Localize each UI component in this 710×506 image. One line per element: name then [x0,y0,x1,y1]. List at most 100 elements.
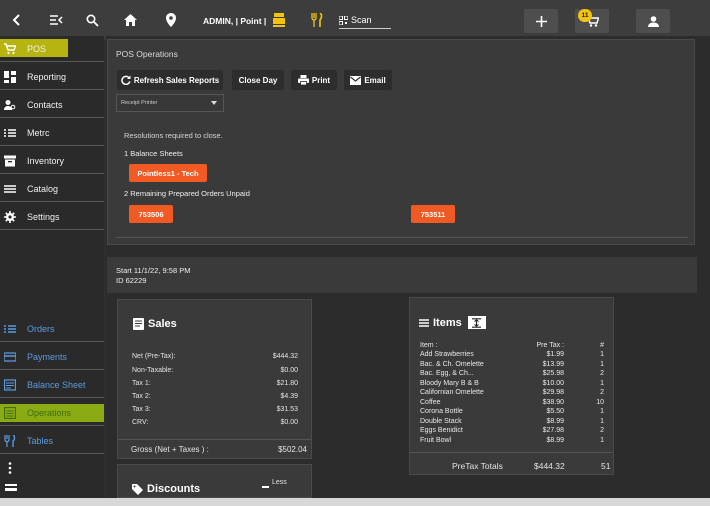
unpaid-orders-text: 2 Remaining Prepared Orders Unpaid [124,189,250,198]
search-icon[interactable] [84,12,100,28]
cart-count-badge: 11 [578,9,592,22]
sidebar-item-operations[interactable]: Operations [0,400,104,426]
sales-row-label: Tax 1: [132,380,151,387]
list-item: Bloody Mary B & B $10.00 1 [420,380,606,389]
list-icon [419,318,429,327]
item-name: Bloody Mary B & B [420,379,479,387]
home-icon[interactable] [122,12,138,28]
list-item: Fruit Bowl $8.99 1 [420,437,606,446]
list-item: Coffee $38.90 10 [420,399,606,408]
menu-collapse-icon[interactable] [48,12,64,28]
items-header-row: Item : Pre Tax : # [420,342,606,351]
credit-card-icon [4,352,16,362]
add-button[interactable] [524,9,558,33]
col-pretax-header: Pre Tax : [536,342,565,349]
sales-row-value: $21.80 [276,380,298,387]
list-icon [4,129,16,137]
item-price: $29.98 [542,389,564,396]
sidebar-item-label: Settings [27,212,60,222]
sidebar-item-metrc[interactable]: Metrc [0,120,104,146]
discounts-card-title: Discounts [132,483,200,495]
sidebar-item-label: POS [27,44,47,54]
refresh-label: Refresh Sales Reports [133,75,220,85]
sales-row-label: Tax 2: [132,393,151,400]
print-label: Print [311,75,331,85]
gross-label: Gross (Net + Taxes ) : [131,445,209,454]
sidebar-item-label: Metrc [27,128,50,138]
email-button[interactable]: Email [344,70,392,90]
sidebar-item-label: Balance Sheet [27,380,86,390]
item-name: Coffee [420,398,441,406]
list-item: Californian Omelette $29.98 2 [420,389,606,398]
item-qty: 2 [600,389,604,396]
item-name: Corona Bottle [420,408,463,415]
resolutions-text: Resolutions required to close. [124,131,223,140]
sidebar-item-balance-sheet[interactable]: Balance Sheet [0,372,104,398]
item-price: $25.98 [542,370,564,377]
restaurant-icon[interactable] [309,12,325,28]
balance-sheet-button[interactable]: Pointless1 - Tech [129,164,207,182]
item-name: Fruit Bowl [420,436,452,444]
sidebar-item-label: Operations [27,408,72,418]
less-toggle[interactable]: Less [272,479,287,486]
unpaid-order-button[interactable]: 753506 [129,205,173,223]
item-qty: 1 [600,436,604,444]
col-item-header: Item : [420,342,438,349]
sidebar-item-orders[interactable]: Orders [0,316,104,342]
item-name: Double Stack [420,417,462,425]
item-price: $8.99 [546,417,564,425]
sidebar-item-tables[interactable]: Tables [0,428,104,454]
email-icon [350,75,362,85]
print-button[interactable]: Print [291,70,337,90]
sales-row-label: Net (Pre-Tax): [132,353,176,360]
unpaid-order-button[interactable]: 753511 [411,205,455,223]
account-button[interactable] [636,9,670,33]
sidebar-item-payments[interactable]: Payments [0,344,104,370]
printer-select-value: Receipt Printer [121,100,158,106]
receipt-icon [133,318,144,330]
item-price: $1.99 [546,351,564,358]
scan-input[interactable]: Scan [339,12,391,29]
sidebar-item-pos[interactable]: POS [0,36,104,62]
gross-value: $502.04 [278,445,307,454]
divider [116,237,688,238]
register-icon[interactable] [271,12,287,28]
sidebar-item-settings[interactable]: Settings [0,204,104,230]
back-icon[interactable] [9,12,25,28]
item-price: $10.00 [542,379,564,387]
sales-row-value: $0.00 [280,367,298,374]
expand-toggle-icon[interactable] [467,316,486,329]
printer-select[interactable]: Receipt Printer [116,94,224,112]
refresh-icon [121,75,131,85]
sidebar-item-catalog[interactable]: Catalog [0,176,104,202]
list-item: Eggs Benidict $27.98 2 [420,427,606,436]
gear-icon [4,211,16,223]
item-name: Bac. & Ch. Omelette [420,360,484,368]
archive-icon [4,155,16,167]
email-label: Email [364,75,386,85]
location-pin-icon[interactable] [163,12,179,28]
sales-row-value: $31.53 [276,406,298,413]
chevron-down-icon [211,101,217,105]
sidebar-item-reporting[interactable]: Reporting [0,64,104,90]
catalog-icon [4,185,16,193]
item-price: $38.90 [542,398,564,406]
sidebar-item-label: Contacts [27,100,63,110]
drawer-icon[interactable] [5,484,17,491]
refresh-sales-reports-button[interactable]: Refresh Sales Reports [117,70,223,90]
item-price: $13.99 [542,360,564,368]
sidebar-item-contacts[interactable]: Contacts [0,92,104,118]
sidebar-item-label: Reporting [27,72,67,82]
more-vert-icon[interactable] [8,462,12,474]
item-qty: 1 [600,351,604,358]
item-qty: 10 [596,398,604,406]
list-item: Corona Bottle $5.50 1 [420,408,606,417]
item-name: Add Strawberries [420,351,474,358]
list-item: Bac. Egg, & Ch... $25.98 2 [420,370,606,379]
session-id: ID 62229 [116,276,147,285]
close-day-button[interactable]: Close Day [232,70,284,90]
sidebar-item-inventory[interactable]: Inventory [0,148,104,174]
sales-row-value: $4.39 [280,393,298,400]
item-qty: 2 [600,370,604,377]
operations-icon [4,407,16,419]
